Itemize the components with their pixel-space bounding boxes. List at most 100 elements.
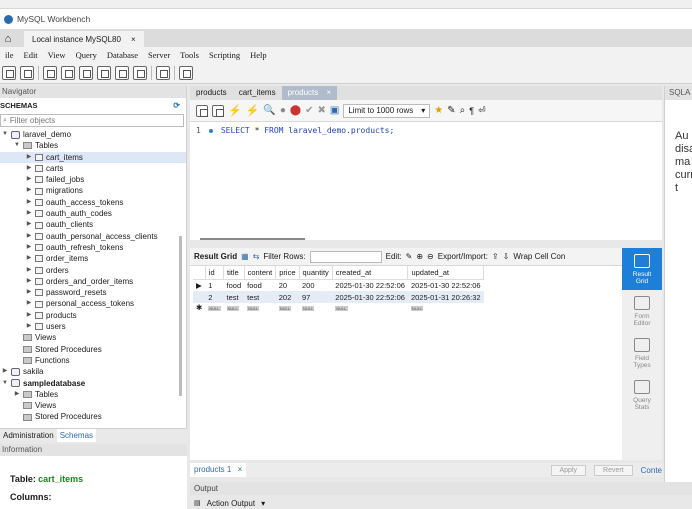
rollback-icon[interactable]: ✖ <box>318 105 326 116</box>
tree-node[interactable]: ▶ password_resets <box>0 287 186 298</box>
editor-scrollbar[interactable] <box>200 238 305 240</box>
chevron-right-icon[interactable]: ▶ <box>26 265 32 276</box>
tab-administration[interactable]: Administration <box>0 431 57 440</box>
tab-query-products[interactable]: products <box>190 86 233 100</box>
null-cell[interactable]: NULL <box>408 303 484 312</box>
tree-node[interactable]: ▶ oauth_auth_codes <box>0 208 186 219</box>
new-row[interactable]: ✱ NULL NULL NULL NULL NULL NULL NULL <box>193 303 484 312</box>
menu-item-1[interactable]: Edit <box>19 50 43 60</box>
table-cell[interactable]: 97 <box>299 291 333 303</box>
tree-node[interactable]: ▶ users <box>0 321 186 332</box>
context-help-tab[interactable]: Conte <box>641 466 662 475</box>
export-icon[interactable]: ⇪ <box>492 252 499 261</box>
edit-row-icon[interactable]: ✎ <box>406 252 413 261</box>
tree-node[interactable]: Stored Procedures <box>0 411 186 422</box>
tree-node[interactable]: ▶ products <box>0 310 186 321</box>
column-header-id[interactable]: id <box>205 266 225 280</box>
null-cell[interactable]: NULL <box>299 303 332 312</box>
chevron-right-icon[interactable]: ▶ <box>26 253 32 264</box>
chevron-right-icon[interactable]: ▶ <box>26 231 32 242</box>
table-cell[interactable]: test <box>244 291 276 303</box>
chevron-down-icon[interactable]: ▼ <box>2 378 8 389</box>
stop-icon[interactable]: ● <box>280 105 286 116</box>
commit-icon[interactable]: ✔ <box>305 105 313 116</box>
tree-node[interactable]: ▶ oauth_refresh_tokens <box>0 242 186 253</box>
delete-row-icon[interactable]: ⊖ <box>427 252 434 261</box>
chevron-right-icon[interactable]: ▶ <box>26 321 32 332</box>
table-cell[interactable]: 2 <box>205 291 224 303</box>
side-button-1[interactable]: Form Editor <box>622 290 662 332</box>
table-row[interactable]: ▶ 1 food food 20 200 2025-01-30 22:52:06 2025-0… <box>193 279 484 291</box>
table-cell[interactable]: 202 <box>275 291 300 303</box>
close-icon[interactable]: × <box>238 465 243 474</box>
navigator-scrollbar[interactable] <box>179 236 182 396</box>
wrap-lines-icon[interactable]: ⏎ <box>478 105 486 116</box>
toggle-error-icon[interactable]: ⬤ <box>290 105 301 116</box>
import-icon[interactable]: ⇩ <box>503 252 510 261</box>
connection-tab[interactable]: Local instance MySQL80 × <box>24 31 144 47</box>
table-cell[interactable]: test <box>223 291 245 303</box>
column-header-price[interactable]: price <box>275 266 300 280</box>
filter-objects-input[interactable]: ⌕ Filter objects <box>0 114 184 127</box>
chevron-right-icon[interactable]: ▶ <box>26 197 32 208</box>
null-cell[interactable]: NULL <box>244 303 276 312</box>
chevron-right-icon[interactable]: ▶ <box>26 276 32 287</box>
tree-node[interactable]: ▶ personal_access_tokens <box>0 298 186 309</box>
menu-item-7[interactable]: Scripting <box>204 50 245 60</box>
sql-editor[interactable]: 1 SELECT * FROM laravel_demo.products; <box>190 122 662 240</box>
explain-icon[interactable]: 🔍 <box>263 105 275 116</box>
column-header-created_at[interactable]: created_at <box>332 266 409 280</box>
menu-item-8[interactable]: Help <box>245 50 272 60</box>
table-cell[interactable]: 2025-01-30 22:52:06 <box>332 279 408 291</box>
tree-node[interactable]: ▶ oauth_clients <box>0 219 186 230</box>
autocommit-icon[interactable]: ▣ <box>330 105 339 116</box>
side-button-3[interactable]: Query Stats <box>622 374 662 416</box>
table-cell[interactable]: 2025-01-30 22:52:06 <box>332 291 408 303</box>
apply-button[interactable]: Apply <box>550 464 587 476</box>
menu-item-5[interactable]: Server <box>143 50 175 60</box>
refresh-icon[interactable]: ⟳ <box>173 101 180 110</box>
table-cell[interactable]: 20 <box>276 279 299 291</box>
find-icon[interactable]: ⌕ <box>460 105 466 116</box>
bookmark-icon[interactable]: ★ <box>434 105 443 116</box>
tree-node[interactable]: ▶ migrations <box>0 185 186 196</box>
null-cell[interactable]: NULL <box>224 303 245 312</box>
chevron-right-icon[interactable]: ▶ <box>2 366 8 377</box>
column-header-content[interactable]: content <box>244 266 277 280</box>
table-cell[interactable]: 2025-01-30 22:52:06 <box>408 279 484 291</box>
open-sql-file-icon[interactable] <box>20 65 34 80</box>
tree-node[interactable]: ▶ failed_jobs <box>0 174 186 185</box>
tree-node[interactable]: ▶ orders_and_order_items <box>0 276 186 287</box>
column-header-quantity[interactable]: quantity <box>299 266 333 280</box>
menu-item-3[interactable]: Query <box>71 50 102 60</box>
create-table-icon[interactable] <box>79 65 93 80</box>
execute-current-icon[interactable]: ⚡ <box>246 104 260 117</box>
tree-node[interactable]: ▶ sakila <box>0 366 186 377</box>
chevron-right-icon[interactable]: ▶ <box>26 152 32 163</box>
menu-item-6[interactable]: Tools <box>175 50 204 60</box>
tree-node[interactable]: ▶ orders <box>0 265 186 276</box>
null-cell[interactable]: NULL <box>332 303 408 312</box>
tree-node[interactable]: ▶ order_items <box>0 253 186 264</box>
tab-query-products-active[interactable]: products × <box>281 86 338 100</box>
column-header-title[interactable]: title <box>223 266 245 280</box>
home-icon[interactable]: ⌂ <box>0 31 16 47</box>
chevron-right-icon[interactable]: ▶ <box>26 219 32 230</box>
inspector-icon[interactable] <box>43 65 57 80</box>
tree-node[interactable]: Views <box>0 332 186 343</box>
table-cell[interactable]: 1 <box>205 279 223 291</box>
menu-item-0[interactable]: ile <box>0 50 19 60</box>
side-button-2[interactable]: Field Types <box>622 332 662 374</box>
close-icon[interactable]: × <box>327 88 332 97</box>
revert-button[interactable]: Revert <box>594 464 633 476</box>
table-cell[interactable]: food <box>244 279 276 291</box>
tree-node[interactable]: ▶ oauth_personal_access_clients <box>0 231 186 242</box>
execute-icon[interactable]: ⚡ <box>228 104 242 117</box>
chevron-right-icon[interactable]: ▶ <box>26 310 32 321</box>
tab-products-1[interactable]: products 1 × <box>190 463 247 477</box>
create-view-icon[interactable] <box>97 65 111 80</box>
table-cell[interactable]: 200 <box>299 279 332 291</box>
tab-query-cart-items[interactable]: cart_items <box>233 86 282 100</box>
invisible-chars-icon[interactable]: ¶ <box>469 106 474 116</box>
tree-node[interactable]: ▼ Tables <box>0 140 186 151</box>
